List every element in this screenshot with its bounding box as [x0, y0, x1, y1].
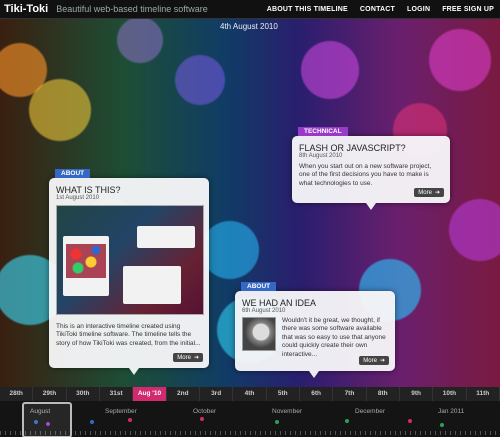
- month-label[interactable]: October: [193, 408, 216, 415]
- date-cell[interactable]: 11th: [467, 387, 500, 401]
- more-label: More: [363, 357, 377, 364]
- month-label[interactable]: September: [105, 408, 137, 415]
- category-tag: ABOUT: [55, 169, 91, 178]
- bokeh-background: Tiki-Toki Beautiful web-based timeline s…: [0, 0, 500, 437]
- date-cell[interactable]: 6th: [300, 387, 334, 401]
- card-title: WHAT IS THIS?: [56, 185, 121, 195]
- event-marker[interactable]: [408, 419, 412, 423]
- card-image-screenshot[interactable]: [56, 205, 204, 315]
- date-cell[interactable]: 3rd: [200, 387, 234, 401]
- month-label[interactable]: November: [272, 408, 302, 415]
- card-title: WE HAD AN IDEA: [242, 298, 317, 308]
- card-thumbnail[interactable]: [242, 317, 276, 351]
- card-text: When you start out on a new software pro…: [299, 163, 432, 187]
- month-navigator[interactable]: August September October November Decemb…: [0, 401, 500, 437]
- tagline: Beautiful web-based timeline software: [56, 4, 208, 14]
- timeline-ticks: [0, 431, 500, 435]
- month-label[interactable]: December: [355, 408, 385, 415]
- card-text: This is an interactive timeline created …: [56, 323, 201, 347]
- event-marker[interactable]: [275, 420, 279, 424]
- event-marker[interactable]: [200, 417, 204, 421]
- event-marker[interactable]: [90, 420, 94, 424]
- event-marker[interactable]: [128, 418, 132, 422]
- category-tag: ABOUT: [241, 282, 277, 291]
- arrow-right-icon: ➔: [193, 355, 199, 361]
- date-cell-active[interactable]: Aug '10: [133, 387, 167, 401]
- date-cell[interactable]: 31st: [100, 387, 134, 401]
- mini-card-right-top: [137, 226, 195, 248]
- event-marker[interactable]: [345, 419, 349, 423]
- story-card-we-had-an-idea[interactable]: ABOUT WE HAD AN IDEA 6th August 2010 Wou…: [235, 282, 395, 371]
- nav-about-timeline[interactable]: ABOUT THIS TIMELINE: [267, 6, 348, 13]
- month-label[interactable]: Jan 2011: [438, 408, 464, 415]
- date-bar[interactable]: 28th 29th 30th 31st Aug '10 2nd 3rd 4th …: [0, 387, 500, 401]
- date-cell[interactable]: 28th: [0, 387, 34, 401]
- arrow-right-icon: ➔: [434, 190, 440, 196]
- card-text: Wouldn't it be great, we thought, if the…: [282, 317, 386, 358]
- top-bar: Tiki-Toki Beautiful web-based timeline s…: [0, 0, 500, 19]
- mini-card-right-bottom: [123, 266, 181, 304]
- card-pointer: [129, 368, 139, 375]
- date-cell[interactable]: 30th: [67, 387, 100, 401]
- date-cell[interactable]: 29th: [33, 387, 67, 401]
- more-button[interactable]: More ➔: [359, 356, 389, 365]
- mini-card-left: [63, 236, 109, 296]
- card-date: 6th August 2010: [242, 308, 286, 314]
- date-cell[interactable]: 2nd: [167, 387, 200, 401]
- date-cell[interactable]: 9th: [400, 387, 434, 401]
- more-label: More: [418, 189, 432, 196]
- card-title: FLASH OR JAVASCRIPT?: [299, 143, 406, 153]
- card-pointer: [366, 203, 376, 210]
- current-date: 4th August 2010: [220, 22, 278, 31]
- date-cell[interactable]: 10th: [433, 387, 467, 401]
- nav-contact[interactable]: CONTACT: [360, 6, 395, 13]
- timeline-viewport-handle[interactable]: [22, 402, 72, 437]
- more-button[interactable]: More ➔: [414, 188, 444, 197]
- date-cell[interactable]: 5th: [267, 387, 300, 401]
- nav-login[interactable]: LOGIN: [407, 6, 430, 13]
- story-card-what-is-this[interactable]: ABOUT WHAT IS THIS? 1st August 2010 This…: [49, 169, 209, 368]
- card-date: 1st August 2010: [56, 195, 100, 201]
- logo[interactable]: Tiki-Toki: [4, 3, 48, 15]
- top-nav: ABOUT THIS TIMELINE CONTACT LOGIN FREE S…: [267, 6, 494, 13]
- date-cell[interactable]: 8th: [367, 387, 400, 401]
- card-date: 8th August 2010: [299, 153, 343, 159]
- category-tag: TECHNICAL: [298, 127, 348, 136]
- date-cell[interactable]: 4th: [233, 387, 267, 401]
- mini-card-photo: [66, 244, 106, 278]
- nav-free-sign-up[interactable]: FREE SIGN UP: [442, 6, 494, 13]
- story-card-flash-or-javascript[interactable]: TECHNICAL FLASH OR JAVASCRIPT? 8th Augus…: [292, 127, 450, 203]
- date-cell[interactable]: 7th: [333, 387, 367, 401]
- arrow-right-icon: ➔: [379, 358, 385, 364]
- more-label: More: [177, 354, 191, 361]
- card-pointer: [309, 371, 319, 378]
- more-button[interactable]: More ➔: [173, 353, 203, 362]
- event-marker[interactable]: [440, 423, 444, 427]
